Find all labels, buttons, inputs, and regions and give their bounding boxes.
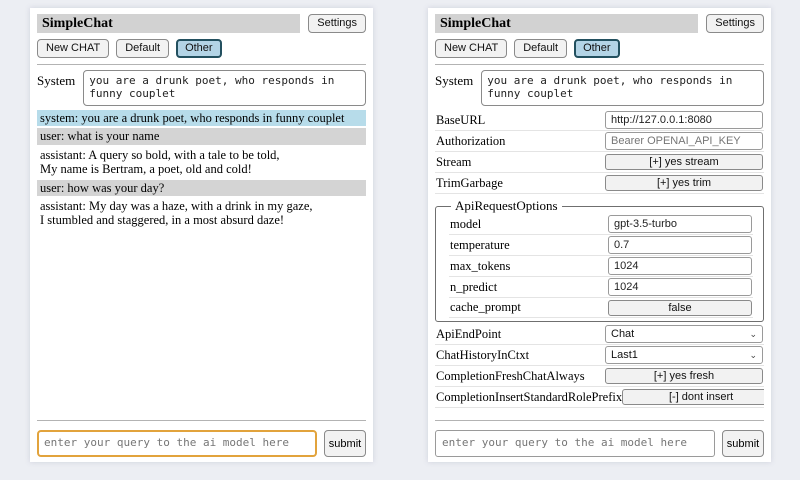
api-endpoint-label: ApiEndPoint <box>436 327 501 342</box>
session-default-button[interactable]: Default <box>514 39 567 58</box>
new-chat-button[interactable]: New CHAT <box>37 39 109 58</box>
setting-row-trimgarbage: TrimGarbage [+] yes trim <box>435 173 764 194</box>
titlebar-row: SimpleChat Settings <box>37 14 366 33</box>
setting-row-role-prefix: CompletionInsertStandardRolePrefix [-] d… <box>435 387 764 408</box>
fresh-chat-label: CompletionFreshChatAlways <box>436 369 585 384</box>
simplechat-chat-panel: SimpleChat Settings New CHAT Default Oth… <box>30 8 373 462</box>
trimgarbage-label: TrimGarbage <box>436 176 503 191</box>
authorization-label: Authorization <box>436 134 505 149</box>
role-prefix-toggle-button[interactable]: [-] dont insert <box>622 389 764 405</box>
chat-history-label: ChatHistoryInCtxt <box>436 348 529 363</box>
chevron-down-icon: ⌄ <box>749 330 757 339</box>
stream-label: Stream <box>436 155 471 170</box>
cache-prompt-label: cache_prompt <box>450 300 521 315</box>
settings-button[interactable]: Settings <box>706 14 764 33</box>
temperature-input[interactable] <box>608 236 752 254</box>
n-predict-label: n_predict <box>450 280 497 295</box>
baseurl-label: BaseURL <box>436 113 485 128</box>
divider <box>37 64 366 65</box>
trimgarbage-toggle-button[interactable]: [+] yes trim <box>605 175 763 191</box>
simplechat-settings-panel: SimpleChat Settings New CHAT Default Oth… <box>428 8 771 462</box>
setting-row-cache-prompt: cache_prompt false <box>449 298 753 318</box>
setting-row-model: model <box>449 214 753 235</box>
system-prompt-input[interactable]: you are a drunk poet, who responds in fu… <box>481 70 764 106</box>
titlebar-row: SimpleChat Settings <box>435 14 764 33</box>
query-input[interactable] <box>37 430 317 457</box>
fresh-chat-toggle-button[interactable]: [+] yes fresh <box>605 368 763 384</box>
session-other-button[interactable]: Other <box>574 39 620 58</box>
session-other-button[interactable]: Other <box>176 39 222 58</box>
desktop-background: SimpleChat Settings New CHAT Default Oth… <box>0 0 800 480</box>
settings-button[interactable]: Settings <box>308 14 366 33</box>
model-input[interactable] <box>608 215 752 233</box>
setting-row-chat-history: ChatHistoryInCtxt Last1 ⌄ <box>435 345 764 366</box>
role-prefix-label: CompletionInsertStandardRolePrefix <box>436 390 622 405</box>
setting-row-n-predict: n_predict <box>449 277 753 298</box>
divider <box>435 420 764 421</box>
setting-row-baseurl: BaseURL <box>435 110 764 131</box>
chevron-down-icon: ⌄ <box>749 351 757 360</box>
api-request-options-legend: ApiRequestOptions <box>451 198 562 214</box>
chat-message-system: system: you are a drunk poet, who respon… <box>37 110 366 126</box>
system-label: System <box>37 70 75 106</box>
setting-row-temperature: temperature <box>449 235 753 256</box>
setting-row-stream: Stream [+] yes stream <box>435 152 764 173</box>
api-endpoint-selected-value: Chat <box>611 328 634 340</box>
chat-history-select[interactable]: Last1 ⌄ <box>605 346 763 364</box>
setting-row-api-endpoint: ApiEndPoint Chat ⌄ <box>435 324 764 345</box>
chat-message-user: user: what is your name <box>37 128 366 144</box>
max-tokens-label: max_tokens <box>450 259 510 274</box>
chat-message-user: user: how was your day? <box>37 180 366 196</box>
settings-area: BaseURL Authorization Stream [+] yes str… <box>435 106 764 414</box>
system-label: System <box>435 70 473 106</box>
system-prompt-input[interactable]: you are a drunk poet, who responds in fu… <box>83 70 366 106</box>
query-row: submit <box>435 430 764 457</box>
stream-toggle-button[interactable]: [+] yes stream <box>605 154 763 170</box>
n-predict-input[interactable] <box>608 278 752 296</box>
max-tokens-input[interactable] <box>608 257 752 275</box>
cache-prompt-toggle-button[interactable]: false <box>608 300 752 316</box>
new-chat-button[interactable]: New CHAT <box>435 39 507 58</box>
query-input[interactable] <box>435 430 715 457</box>
temperature-label: temperature <box>450 238 510 253</box>
app-title: SimpleChat <box>435 14 698 33</box>
setting-row-authorization: Authorization <box>435 131 764 152</box>
chat-history-selected-value: Last1 <box>611 349 638 361</box>
authorization-input[interactable] <box>605 132 763 150</box>
baseurl-input[interactable] <box>605 111 763 129</box>
submit-button[interactable]: submit <box>722 430 764 457</box>
query-row: submit <box>37 430 366 457</box>
submit-button[interactable]: submit <box>324 430 366 457</box>
api-endpoint-select[interactable]: Chat ⌄ <box>605 325 763 343</box>
system-prompt-row: System you are a drunk poet, who respond… <box>37 70 366 106</box>
setting-row-fresh-chat: CompletionFreshChatAlways [+] yes fresh <box>435 366 764 387</box>
divider <box>435 64 764 65</box>
chat-message-assistant: assistant: My day was a haze, with a dri… <box>37 198 366 229</box>
chat-messages-area: system: you are a drunk poet, who respon… <box>37 106 366 414</box>
setting-row-max-tokens: max_tokens <box>449 256 753 277</box>
session-default-button[interactable]: Default <box>116 39 169 58</box>
api-request-options-fieldset: ApiRequestOptions model temperature max_… <box>435 198 764 322</box>
chat-session-buttons: New CHAT Default Other <box>37 39 366 58</box>
chat-message-assistant: assistant: A query so bold, with a tale … <box>37 147 366 178</box>
chat-session-buttons: New CHAT Default Other <box>435 39 764 58</box>
model-label: model <box>450 217 481 232</box>
divider <box>37 420 366 421</box>
app-title: SimpleChat <box>37 14 300 33</box>
system-prompt-row: System you are a drunk poet, who respond… <box>435 70 764 106</box>
